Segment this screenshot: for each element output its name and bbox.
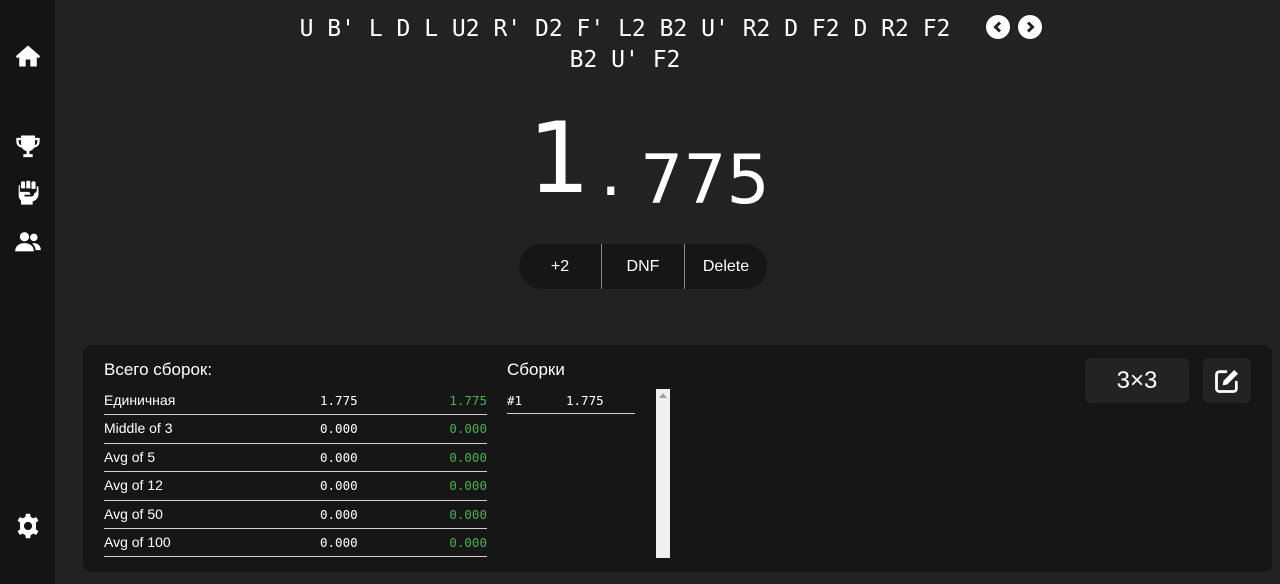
stats-current: 1.775: [320, 393, 358, 408]
solve-time: 1.775: [566, 393, 604, 408]
dnf-button[interactable]: DNF: [601, 244, 684, 289]
timer-seconds: 1: [528, 102, 591, 216]
stats-best: 0.000: [449, 421, 487, 437]
stats-panel: Всего сборок: Единичная 1.775 1.775 Midd…: [83, 345, 1272, 572]
stats-row-mo3: Middle of 3 0.000 0.000: [104, 415, 487, 444]
stats-label: Avg of 5: [104, 448, 156, 465]
scroll-up-arrow-icon[interactable]: [659, 393, 667, 398]
edit-icon: [1215, 369, 1238, 393]
stats-current: 0.000: [320, 478, 358, 494]
scramble-line-1: U B' L D L U2 R' D2 F' L2 B2 U' R2 D F2 …: [299, 16, 951, 42]
solves-list: #1 1.775: [507, 387, 635, 414]
stats-row-single: Единичная 1.775 1.775: [104, 387, 487, 416]
stats-row-ao100: Avg of 100 0.000 0.000: [104, 529, 487, 558]
home-icon[interactable]: [12, 40, 44, 72]
stats-label: Middle of 3: [104, 420, 173, 437]
solve-number: #1: [507, 393, 523, 408]
puzzle-select-button[interactable]: 3×3: [1085, 358, 1189, 403]
delete-button[interactable]: Delete: [684, 244, 767, 289]
gear-icon[interactable]: [12, 510, 44, 542]
edit-button[interactable]: [1203, 358, 1251, 403]
stats-label: Единичная: [104, 392, 176, 408]
users-icon[interactable]: [12, 226, 44, 258]
chevron-right-icon: [1026, 21, 1035, 33]
stats-title: Всего сборок:: [104, 360, 213, 379]
stats-best: 0.000: [449, 449, 487, 465]
timer-display[interactable]: 1 . 775: [520, 102, 780, 220]
stats-table: Единичная 1.775 1.775 Middle of 3 0.000 …: [104, 387, 487, 558]
stats-row-ao12: Avg of 12 0.000 0.000: [104, 472, 487, 501]
solves-scrollbar[interactable]: [656, 389, 670, 558]
stats-label: Avg of 12: [104, 477, 163, 494]
penalty-bar: +2 DNF Delete: [519, 244, 767, 289]
scramble-text: U B' L D L U2 R' D2 F' L2 B2 U' R2 D F2 …: [280, 14, 970, 76]
stats-best: 1.775: [449, 393, 487, 408]
trophy-icon[interactable]: [12, 130, 44, 162]
stats-row-ao5: Avg of 5 0.000 0.000: [104, 444, 487, 473]
previous-scramble-button[interactable]: [986, 15, 1010, 39]
timer-dot: .: [600, 133, 622, 212]
scramble-line-2: B2 U' F2: [569, 47, 681, 73]
stats-best: 0.000: [449, 534, 487, 550]
stats-label: Avg of 100: [104, 533, 171, 550]
stats-label: Avg of 50: [104, 505, 163, 522]
solves-title: Сборки: [507, 360, 565, 379]
stats-current: 0.000: [320, 421, 358, 437]
solve-row[interactable]: #1 1.775: [507, 387, 635, 414]
plus-two-button[interactable]: +2: [519, 244, 601, 289]
timer-milliseconds: 775: [640, 141, 770, 220]
chevron-left-icon: [993, 21, 1002, 33]
stats-current: 0.000: [320, 506, 358, 522]
stats-current: 0.000: [320, 449, 358, 465]
sidebar: [0, 0, 55, 584]
stats-best: 0.000: [449, 478, 487, 494]
stats-row-ao50: Avg of 50 0.000 0.000: [104, 501, 487, 529]
fist-icon[interactable]: [12, 177, 44, 209]
next-scramble-button[interactable]: [1018, 15, 1042, 39]
stats-best: 0.000: [449, 506, 487, 522]
stats-current: 0.000: [320, 534, 358, 550]
